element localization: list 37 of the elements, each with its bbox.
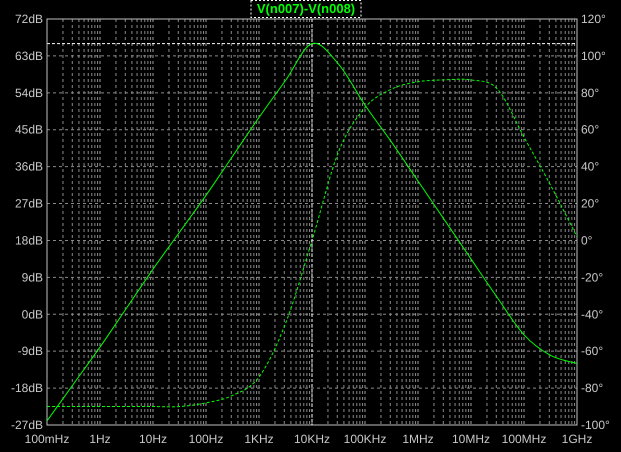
axis-tick-label: 45dB bbox=[14, 122, 43, 137]
chart-title: V(n007)-V(n008) bbox=[256, 1, 356, 16]
axis-tick-label: 40° bbox=[581, 160, 600, 174]
axis-tick-label: 72dB bbox=[14, 12, 43, 26]
axis-tick-label: 63dB bbox=[14, 48, 43, 63]
axis-tick-label: 60° bbox=[581, 122, 600, 137]
axis-tick-label: -40° bbox=[581, 307, 604, 322]
axis-tick-label: 9dB bbox=[22, 270, 43, 284]
axis-tick-label: 54dB bbox=[14, 86, 43, 100]
axis-tick-label: 27dB bbox=[14, 196, 43, 211]
chart-title: V(n007)-V(n008) bbox=[250, 0, 362, 18]
axis-tick-label: 0dB bbox=[22, 307, 43, 322]
axis-tick-label: 1MHz bbox=[402, 432, 434, 446]
axis-tick-label: 100KHz bbox=[344, 432, 386, 446]
axis-tick-label: -9dB bbox=[18, 344, 43, 358]
axis-tick-label: -27dB bbox=[10, 418, 43, 432]
axis-tick-label: 100mHz bbox=[24, 432, 70, 446]
axis-tick-label: -80° bbox=[581, 381, 604, 396]
axis-tick-label: 100° bbox=[581, 48, 606, 63]
axis-tick-label: -18dB bbox=[10, 381, 43, 396]
axis-tick-label: -60° bbox=[581, 344, 604, 358]
axis-tick-label: 1KHz bbox=[244, 432, 274, 446]
axis-tick-label: 36dB bbox=[14, 160, 43, 174]
axis-tick-label: 10Hz bbox=[139, 432, 167, 446]
axis-tick-label: 18dB bbox=[14, 233, 43, 248]
axis-tick-label: 120° bbox=[581, 12, 606, 26]
axis-tick-label: 100MHz bbox=[502, 432, 546, 446]
axis-tick-label: 1GHz bbox=[562, 432, 592, 446]
axis-tick-label: 80° bbox=[581, 86, 600, 100]
axis-tick-label: 1Hz bbox=[89, 432, 111, 446]
axis-tick-label: 10MHz bbox=[452, 432, 490, 446]
axis-tick-label: 10KHz bbox=[294, 432, 330, 446]
axis-tick-label: -20° bbox=[581, 270, 604, 284]
axis-tick-label: -100° bbox=[581, 418, 610, 432]
axis-tick-label: 0° bbox=[581, 233, 592, 248]
axis-tick-label: 100Hz bbox=[188, 432, 224, 446]
axis-tick-label: 20° bbox=[581, 196, 600, 211]
